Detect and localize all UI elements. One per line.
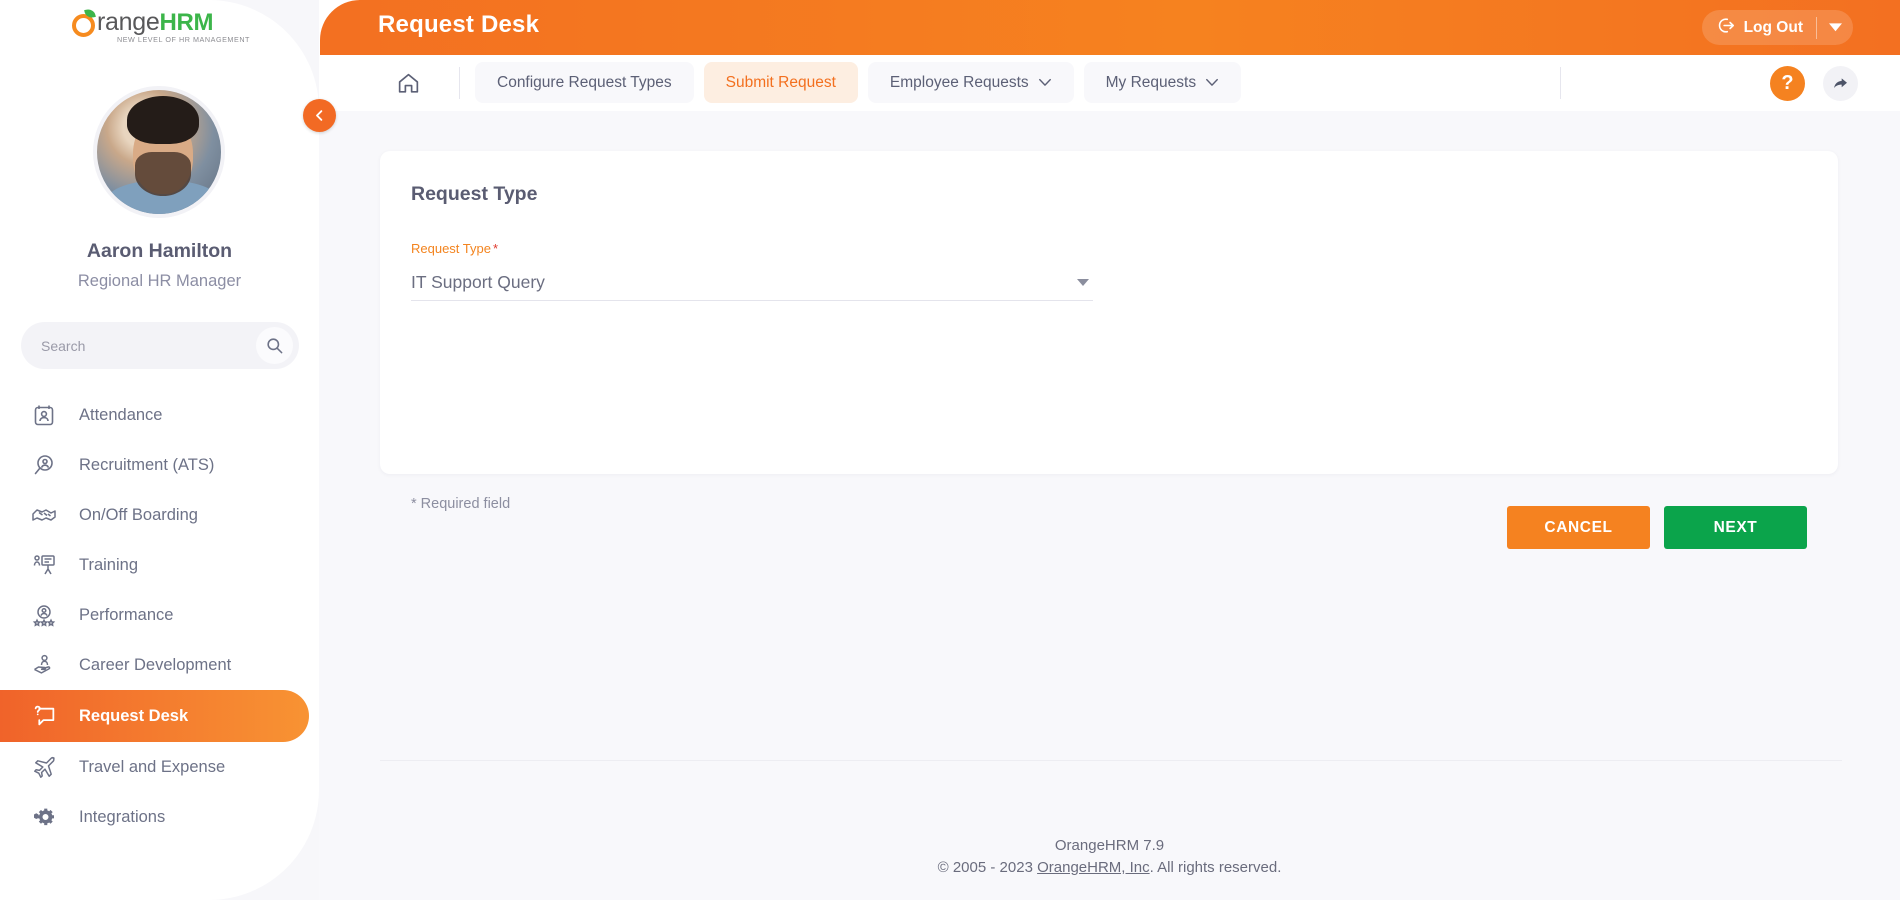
- orangehrm-company-link[interactable]: OrangeHRM, Inc: [1037, 859, 1150, 876]
- sidebar-item-onoff-boarding[interactable]: On/Off Boarding: [0, 490, 319, 540]
- logo-text-orange: range: [97, 8, 159, 37]
- nav-divider-right: [1560, 67, 1561, 99]
- field-label-text: Request Type: [411, 241, 491, 256]
- next-button[interactable]: NEXT: [1664, 506, 1807, 549]
- logout-label: Log Out: [1744, 19, 1803, 37]
- footer-divider: [380, 760, 1842, 761]
- onoff-boarding-icon: [27, 500, 61, 530]
- user-role: Regional HR Manager: [0, 272, 319, 291]
- app-root: range HRM NEW LEVEL OF HR MANAGEMENT Aar…: [0, 0, 1900, 900]
- tab-submit-request[interactable]: Submit Request: [704, 62, 858, 103]
- copyright-suffix: . All rights reserved.: [1150, 859, 1282, 876]
- recruitment-icon: [27, 450, 61, 480]
- search-placeholder: Search: [41, 338, 85, 354]
- avatar: [93, 86, 225, 218]
- sidebar-item-integrations[interactable]: Integrations: [0, 792, 319, 842]
- request-type-label: Request Type*: [411, 241, 1093, 256]
- sidebar: range HRM NEW LEVEL OF HR MANAGEMENT Aar…: [0, 0, 319, 900]
- nav-divider: [459, 67, 460, 99]
- sidebar-item-career-development[interactable]: Career Development: [0, 640, 319, 690]
- sidebar-item-training[interactable]: Training: [0, 540, 319, 590]
- share-icon[interactable]: [1823, 66, 1858, 101]
- sidebar-item-travel-and-expense[interactable]: Travel and Expense: [0, 742, 319, 792]
- help-icon[interactable]: ?: [1770, 66, 1805, 101]
- sidebar-collapse-button[interactable]: [303, 99, 336, 132]
- nav-tabs: Configure Request Types Submit Request E…: [475, 62, 1241, 103]
- request-type-select[interactable]: IT Support Query: [411, 265, 1093, 301]
- search-icon[interactable]: [256, 327, 293, 364]
- dropdown-caret-icon: [1077, 279, 1089, 286]
- orangehrm-logo[interactable]: range HRM NEW LEVEL OF HR MANAGEMENT: [72, 8, 252, 50]
- sidebar-item-label: Request Desk: [79, 707, 188, 726]
- tab-my-requests[interactable]: My Requests: [1084, 62, 1241, 103]
- sidebar-item-label: Performance: [79, 606, 173, 625]
- logout-icon: [1717, 16, 1736, 40]
- help-label: ?: [1781, 72, 1793, 95]
- sidebar-item-label: Career Development: [79, 656, 231, 675]
- tab-employee-requests[interactable]: Employee Requests: [868, 62, 1074, 103]
- card-actions: CANCEL NEXT: [1507, 506, 1807, 549]
- sidebar-item-label: Training: [79, 556, 138, 575]
- career-development-icon: [27, 650, 61, 680]
- orange-fruit-icon: [72, 9, 100, 37]
- tab-label: Submit Request: [726, 74, 836, 92]
- sidebar-item-label: Travel and Expense: [79, 758, 225, 777]
- copyright-prefix: © 2005 - 2023: [938, 859, 1037, 876]
- travel-expense-icon: [27, 752, 61, 782]
- sidebar-item-label: Integrations: [79, 808, 165, 827]
- request-type-card: Request Type Request Type* IT Support Qu…: [380, 151, 1838, 474]
- search-input[interactable]: Search: [21, 322, 299, 369]
- page-title: Request Desk: [378, 11, 539, 39]
- chevron-down-icon: [1038, 74, 1052, 92]
- tab-label: My Requests: [1106, 74, 1196, 92]
- user-name: Aaron Hamilton: [0, 240, 319, 263]
- tab-label: Configure Request Types: [497, 74, 672, 92]
- performance-icon: [27, 600, 61, 630]
- request-type-value: IT Support Query: [411, 272, 545, 293]
- top-bar-notch: [319, 0, 359, 55]
- sidebar-item-label: Attendance: [79, 406, 162, 425]
- sidebar-item-recruitment[interactable]: Recruitment (ATS): [0, 440, 319, 490]
- tab-configure-request-types[interactable]: Configure Request Types: [475, 62, 694, 103]
- nav-bar: Configure Request Types Submit Request E…: [319, 55, 1900, 111]
- attendance-icon: [27, 400, 61, 430]
- sidebar-item-attendance[interactable]: Attendance: [0, 390, 319, 440]
- footer-version: OrangeHRM 7.9: [319, 835, 1900, 857]
- integrations-icon: [27, 802, 61, 832]
- request-desk-icon: [27, 701, 61, 731]
- footer-copyright: © 2005 - 2023 OrangeHRM, Inc. All rights…: [319, 857, 1900, 879]
- required-asterisk: *: [493, 241, 498, 256]
- sidebar-menu: Attendance Recruitment (ATS): [0, 390, 319, 842]
- sidebar-item-label: On/Off Boarding: [79, 506, 198, 525]
- sidebar-item-request-desk[interactable]: Request Desk: [0, 690, 309, 742]
- sidebar-item-performance[interactable]: Performance: [0, 590, 319, 640]
- top-bar: [319, 0, 1900, 55]
- training-icon: [27, 550, 61, 580]
- card-title: Request Type: [411, 183, 537, 206]
- logo-text-hrm: HRM: [159, 9, 213, 37]
- chevron-down-icon: [1205, 74, 1219, 92]
- footer: OrangeHRM 7.9 © 2005 - 2023 OrangeHRM, I…: [319, 835, 1900, 879]
- request-type-field: Request Type* IT Support Query: [411, 241, 1093, 301]
- tab-label: Employee Requests: [890, 74, 1029, 92]
- home-icon[interactable]: [385, 63, 431, 103]
- logout-dropdown-button[interactable]: [1817, 10, 1853, 45]
- cancel-button[interactable]: CANCEL: [1507, 506, 1650, 549]
- required-field-note: * Required field: [411, 496, 510, 512]
- content-area: Request Type Request Type* IT Support Qu…: [319, 111, 1900, 900]
- sidebar-item-label: Recruitment (ATS): [79, 456, 214, 475]
- logout-button[interactable]: Log Out: [1702, 10, 1853, 45]
